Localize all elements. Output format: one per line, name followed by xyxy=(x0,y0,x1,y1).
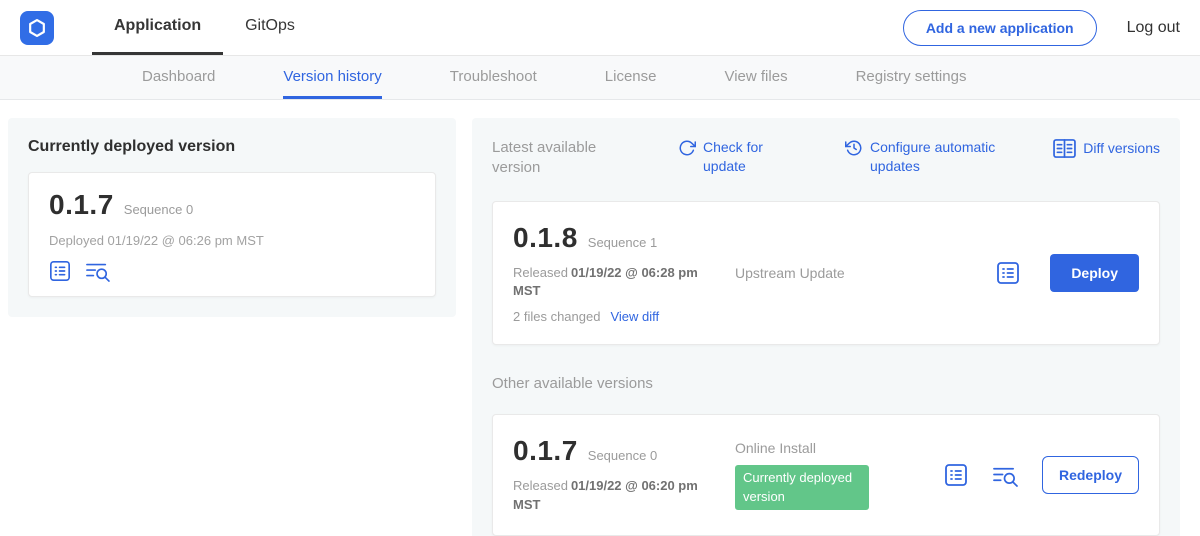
logo-wrap xyxy=(20,0,54,55)
deployed-sequence-label: Sequence 0 xyxy=(124,202,193,217)
diff-versions-label: Diff versions xyxy=(1083,139,1160,158)
latest-version-source-label: Upstream Update xyxy=(711,265,996,281)
configure-automatic-updates-link[interactable]: Configure automatic updates xyxy=(845,138,1018,176)
release-notes-checklist-icon[interactable] xyxy=(996,261,1020,285)
logout-button[interactable]: Log out xyxy=(1127,19,1180,37)
subnav-item-view-files[interactable]: View files xyxy=(724,56,787,99)
deployed-version-card: 0.1.7 Sequence 0 Deployed 01/19/22 @ 06:… xyxy=(28,172,436,297)
subnav-item-dashboard-label: Dashboard xyxy=(142,68,215,85)
subnav-item-dashboard[interactable]: Dashboard xyxy=(142,56,215,99)
latest-version-card: 0.1.8 Sequence 1 Released01/19/22 @ 06:2… xyxy=(492,201,1160,346)
deployed-version-number: 0.1.7 xyxy=(49,189,114,221)
latest-available-panel: Latest available version Check for updat… xyxy=(472,118,1180,536)
currently-deployed-badge: Currently deployed version xyxy=(735,465,869,511)
released-label: Released xyxy=(513,265,568,280)
diff-columns-icon xyxy=(1053,139,1076,158)
subnav-item-view-files-label: View files xyxy=(724,68,787,85)
schedule-history-icon xyxy=(845,139,863,157)
diff-versions-link[interactable]: Diff versions xyxy=(1053,138,1160,158)
refresh-arrow-icon xyxy=(678,139,696,157)
subnav-item-troubleshoot-label: Troubleshoot xyxy=(450,68,537,85)
other-available-versions-title: Other available versions xyxy=(492,375,1160,392)
currently-deployed-panel: Currently deployed version 0.1.7 Sequenc… xyxy=(8,118,456,317)
other-version-info: 0.1.7 Sequence 0 Released01/19/22 @ 06:2… xyxy=(513,435,711,515)
nav-tab-application[interactable]: Application xyxy=(92,0,223,55)
app-logo-icon[interactable] xyxy=(20,11,54,45)
files-changed-label: 2 files changed xyxy=(513,309,600,324)
subnav-item-registry-settings[interactable]: Registry settings xyxy=(856,56,967,99)
nav-tab-gitops-label: GitOps xyxy=(245,17,295,35)
released-label: Released xyxy=(513,478,568,493)
add-application-button[interactable]: Add a new application xyxy=(903,10,1097,46)
nav-tab-application-label: Application xyxy=(114,17,201,35)
files-changed-row: 2 files changed View diff xyxy=(513,309,711,324)
latest-available-header: Latest available version Check for updat… xyxy=(492,138,1160,179)
view-diff-link[interactable]: View diff xyxy=(610,309,659,324)
latest-sequence-label: Sequence 1 xyxy=(588,235,657,250)
redeploy-button[interactable]: Redeploy xyxy=(1042,456,1139,494)
latest-version-info: 0.1.8 Sequence 1 Released01/19/22 @ 06:2… xyxy=(513,222,711,325)
currently-deployed-title: Currently deployed version xyxy=(28,138,436,156)
check-for-update-link[interactable]: Check for update xyxy=(678,138,785,176)
configure-automatic-updates-label: Configure automatic updates xyxy=(870,138,1018,176)
main-content: Currently deployed version 0.1.7 Sequenc… xyxy=(0,100,1200,536)
other-version-actions: Redeploy xyxy=(944,456,1139,494)
top-navbar: Application GitOps Add a new application… xyxy=(0,0,1200,56)
other-released-timestamp: Released01/19/22 @ 06:20 pm MST xyxy=(513,477,711,515)
latest-available-title: Latest available version xyxy=(492,138,622,179)
subnav-item-registry-settings-label: Registry settings xyxy=(856,68,967,85)
nav-tab-gitops[interactable]: GitOps xyxy=(223,0,317,55)
latest-version-actions: Deploy xyxy=(996,254,1139,292)
file-search-icon[interactable] xyxy=(992,464,1018,487)
release-notes-checklist-icon[interactable] xyxy=(49,260,71,282)
release-notes-checklist-icon[interactable] xyxy=(944,463,968,487)
other-sequence-label: Sequence 0 xyxy=(588,448,657,463)
subnav-item-troubleshoot[interactable]: Troubleshoot xyxy=(450,56,537,99)
other-version-source-label: Online Install xyxy=(735,440,944,456)
deploy-button[interactable]: Deploy xyxy=(1050,254,1139,292)
navbar-right: Add a new application Log out xyxy=(903,0,1180,55)
latest-version-number: 0.1.8 xyxy=(513,222,578,254)
nav-tabs: Application GitOps xyxy=(92,0,317,55)
deployed-timestamp: Deployed 01/19/22 @ 06:26 pm MST xyxy=(49,233,415,248)
latest-released-timestamp: Released01/19/22 @ 06:28 pm MST xyxy=(513,264,711,302)
other-version-number: 0.1.7 xyxy=(513,435,578,467)
subnav-item-version-history[interactable]: Version history xyxy=(283,56,381,99)
check-for-update-label: Check for update xyxy=(703,138,785,176)
subnav-item-license-label: License xyxy=(605,68,657,85)
file-search-icon[interactable] xyxy=(85,260,110,282)
other-version-card: 0.1.7 Sequence 0 Released01/19/22 @ 06:2… xyxy=(492,414,1160,536)
subnav: Dashboard Version history Troubleshoot L… xyxy=(0,56,1200,100)
subnav-item-license[interactable]: License xyxy=(605,56,657,99)
subnav-item-version-history-label: Version history xyxy=(283,68,381,85)
other-version-source: Online Install Currently deployed versio… xyxy=(711,440,944,511)
